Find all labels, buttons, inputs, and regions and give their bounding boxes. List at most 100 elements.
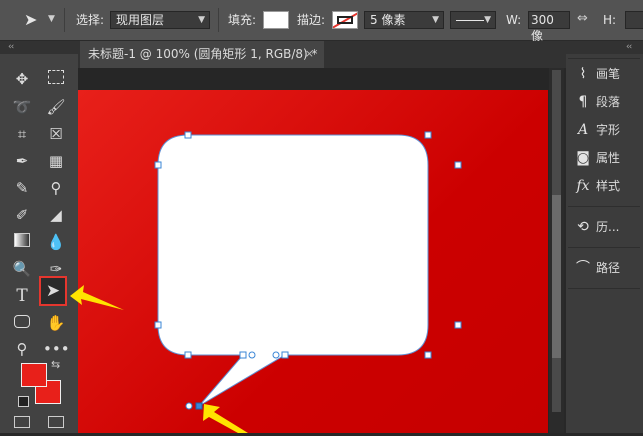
eyedropper-tool-icon[interactable]: ✒ xyxy=(9,148,35,174)
default-colors-icon[interactable] xyxy=(18,396,29,407)
panel-styles[interactable]: fx 样式 xyxy=(570,175,640,197)
panel-brush[interactable]: ⌇ 画笔 xyxy=(570,63,640,85)
move-tool-icon[interactable]: ✥ xyxy=(9,66,35,92)
panel-history[interactable]: ⟲ 历... xyxy=(570,216,640,238)
dodge-tool-icon[interactable]: 🔍 xyxy=(9,256,35,282)
path-handle-point[interactable] xyxy=(248,351,256,359)
path-anchor-point[interactable] xyxy=(424,131,432,139)
path-anchor-point[interactable] xyxy=(154,321,162,329)
move-tool-preset-icon[interactable]: ➤ xyxy=(24,10,37,29)
screen-mode-icon[interactable] xyxy=(43,410,69,436)
path-anchor-point[interactable] xyxy=(281,351,289,359)
fill-swatch[interactable] xyxy=(263,11,289,29)
panel-properties-label: 属性 xyxy=(596,151,621,165)
stroke-line-icon xyxy=(456,20,484,21)
path-handle-point[interactable] xyxy=(272,351,280,359)
chevron-down-icon: ▼ xyxy=(484,15,491,25)
shape-tool-icon[interactable] xyxy=(9,310,35,336)
chevron-down-icon[interactable]: ▼ xyxy=(48,14,55,24)
history-icon: ⟲ xyxy=(577,219,589,235)
brush-tool-icon[interactable]: ✎ xyxy=(9,175,35,201)
type-tool-icon[interactable]: T xyxy=(9,283,35,309)
height-field[interactable] xyxy=(625,11,643,29)
select-dropdown[interactable]: 现用图层 ▼ xyxy=(110,11,210,29)
brush-icon: ⌇ xyxy=(579,66,587,82)
chevron-down-icon: ▼ xyxy=(198,15,205,25)
stroke-width-dropdown[interactable]: 5 像素 ▼ xyxy=(364,11,444,29)
path-anchor-point[interactable] xyxy=(154,161,162,169)
divider xyxy=(218,8,219,32)
path-anchor-point-selected[interactable] xyxy=(195,402,203,410)
fill-label: 填充: xyxy=(228,13,257,27)
document-window xyxy=(78,68,564,433)
hand-tool-icon[interactable]: ✋ xyxy=(43,310,69,336)
select-label: 选择: xyxy=(76,13,105,27)
path-handle-point[interactable] xyxy=(185,402,193,410)
divider xyxy=(568,206,640,207)
spot-heal-tool-icon[interactable]: ▦ xyxy=(43,148,69,174)
divider xyxy=(568,58,640,59)
panel-properties[interactable]: ◙ 属性 xyxy=(570,147,640,169)
character-icon: A xyxy=(577,122,589,138)
quick-select-tool-icon[interactable]: 🖌 xyxy=(43,94,69,120)
path-anchor-point[interactable] xyxy=(239,351,247,359)
eraser-tool-icon[interactable]: ◢ xyxy=(43,202,69,228)
stroke-type-dropdown[interactable]: ▼ xyxy=(450,11,496,29)
collapse-toolbar-icon[interactable]: ‹‹ xyxy=(8,42,14,52)
stroke-swatch[interactable] xyxy=(332,11,358,29)
link-icon[interactable]: ⇔ xyxy=(577,11,588,26)
height-label: H: xyxy=(603,13,617,27)
panel-paths[interactable]: ⌒ 路径 xyxy=(570,257,640,279)
options-bar: ➤ ▼ 选择: 现用图层 ▼ 填充: 描边: 5 像素 ▼ ▼ W: 300 像… xyxy=(0,0,643,43)
panel-character[interactable]: A 字形 xyxy=(570,119,640,141)
panel-paragraph[interactable]: ¶ 段落 xyxy=(570,91,640,113)
path-anchor-point[interactable] xyxy=(184,351,192,359)
collapse-panels-icon[interactable]: ‹‹ xyxy=(626,42,632,52)
panel-styles-label: 样式 xyxy=(596,179,621,193)
panel-paths-label: 路径 xyxy=(596,261,621,275)
divider xyxy=(568,288,640,289)
direct-selection-tool-icon[interactable]: ➤ xyxy=(39,276,67,306)
divider xyxy=(64,8,65,32)
panel-character-label: 字形 xyxy=(596,123,621,137)
path-anchor-point[interactable] xyxy=(454,161,462,169)
scrollbar-thumb[interactable] xyxy=(552,195,561,358)
gradient-tool-icon[interactable] xyxy=(9,229,35,255)
stroke-width-value: 5 像素 xyxy=(370,13,406,27)
tools-panel: ✥ ➰ 🖌 ⌗ ☒ ✒ ▦ ✎ ⚲ ✐ ◢ 💧 🔍 ✑ T ➤ ✋ ⚲ ••• … xyxy=(0,54,78,433)
fx-icon: fx xyxy=(576,178,590,194)
document-canvas[interactable] xyxy=(78,90,548,433)
speech-bubble-shape-layer[interactable] xyxy=(78,90,548,433)
blur-tool-icon[interactable]: 💧 xyxy=(43,229,69,255)
path-anchor-point[interactable] xyxy=(454,321,462,329)
width-value: 300 像 xyxy=(531,13,554,43)
zoom-tool-icon[interactable]: ⚲ xyxy=(9,336,35,362)
lasso-tool-icon[interactable]: ➰ xyxy=(9,94,35,120)
vertical-scrollbar[interactable] xyxy=(549,68,564,433)
path-anchor-point[interactable] xyxy=(184,131,192,139)
width-field[interactable]: 300 像 xyxy=(528,11,570,43)
crop-tool-icon[interactable]: ⌗ xyxy=(9,121,35,147)
speech-bubble-shape[interactable] xyxy=(157,134,429,407)
foreground-color-swatch[interactable] xyxy=(21,363,47,387)
width-label: W: xyxy=(506,13,522,27)
panel-paragraph-label: 段落 xyxy=(596,95,621,109)
document-tab-title: 未标题-1 @ 100% (圆角矩形 1, RGB/8) * xyxy=(88,47,318,61)
close-icon[interactable]: × xyxy=(305,41,314,67)
panel-dock: ⌇ 画笔 ¶ 段落 A 字形 ◙ 属性 fx 样式 ⟲ 历... ⌒ 路径 xyxy=(566,54,643,433)
marquee-tool-icon[interactable] xyxy=(43,66,69,92)
chevron-down-icon: ▼ xyxy=(432,15,439,25)
properties-icon: ◙ xyxy=(576,150,590,166)
path-icon: ⌒ xyxy=(576,260,590,276)
history-brush-tool-icon[interactable]: ✐ xyxy=(9,202,35,228)
quick-mask-icon[interactable] xyxy=(9,410,35,436)
stamp-tool-icon[interactable]: ⚲ xyxy=(43,175,69,201)
pilcrow-icon: ¶ xyxy=(578,94,588,110)
swap-colors-icon[interactable]: ⇆ xyxy=(51,358,60,371)
path-anchor-point[interactable] xyxy=(424,351,432,359)
frame-tool-icon[interactable]: ☒ xyxy=(43,121,69,147)
panel-brush-label: 画笔 xyxy=(596,67,621,81)
divider xyxy=(568,247,640,248)
document-tab[interactable]: 未标题-1 @ 100% (圆角矩形 1, RGB/8) * × xyxy=(80,41,324,68)
stroke-label: 描边: xyxy=(297,13,326,27)
